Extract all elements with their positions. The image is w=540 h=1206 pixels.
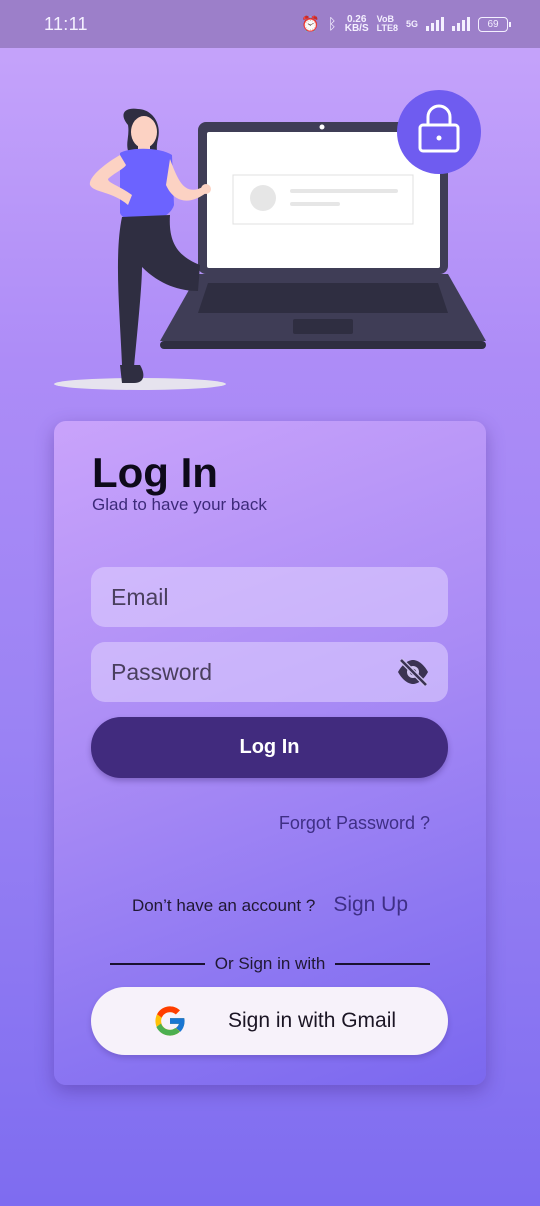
login-card: Log In Glad to have your back Log In For… bbox=[54, 421, 486, 1085]
bluetooth-icon: ᛒ bbox=[327, 15, 337, 33]
eye-off-icon[interactable] bbox=[396, 657, 430, 687]
signup-row: Don’t have an account ? Sign Up bbox=[54, 893, 486, 917]
password-field[interactable] bbox=[91, 642, 448, 702]
battery-level: 69 bbox=[487, 18, 499, 30]
forgot-password-link[interactable]: Forgot Password ? bbox=[279, 813, 430, 834]
page-subtitle: Glad to have your back bbox=[92, 495, 267, 514]
lock-icon bbox=[397, 90, 481, 174]
page-title: Log In bbox=[92, 449, 218, 496]
email-field[interactable] bbox=[91, 567, 448, 627]
gmail-signin-button[interactable]: Sign in with Gmail bbox=[91, 987, 448, 1055]
volte-indicator: VoB LTE8 bbox=[377, 15, 398, 33]
divider-line-right bbox=[335, 963, 431, 965]
signup-prompt: Don’t have an account ? bbox=[131, 896, 316, 915]
status-bar: 11:11 ⏰ ᛒ 0.26 KB/S VoB LTE8 5G 69 bbox=[0, 0, 540, 48]
network-type: 5G bbox=[405, 19, 418, 29]
signup-link[interactable]: Sign Up bbox=[333, 893, 408, 917]
login-illustration bbox=[54, 90, 486, 390]
password-input[interactable] bbox=[111, 658, 428, 686]
network-speed-unit: KB/S bbox=[344, 23, 369, 34]
network-speed: 0.26 KB/S bbox=[344, 15, 369, 34]
battery-icon: 69 bbox=[478, 16, 511, 32]
volte-bottom: LTE8 bbox=[376, 23, 398, 33]
google-icon bbox=[155, 1006, 186, 1036]
divider: Or Sign in with bbox=[110, 954, 431, 974]
signal-icon-2 bbox=[452, 17, 470, 31]
alarm-icon: ⏰ bbox=[301, 16, 320, 33]
login-button[interactable]: Log In bbox=[91, 717, 448, 778]
divider-line-left bbox=[110, 963, 205, 965]
divider-text: Or Sign in with bbox=[214, 954, 326, 973]
email-input[interactable] bbox=[111, 583, 428, 611]
status-time: 11:11 bbox=[44, 13, 88, 34]
status-icons: ⏰ ᛒ 0.26 KB/S VoB LTE8 5G 69 bbox=[301, 15, 511, 34]
signal-icon bbox=[426, 17, 444, 31]
gmail-signin-label: Sign in with Gmail bbox=[228, 1009, 397, 1032]
